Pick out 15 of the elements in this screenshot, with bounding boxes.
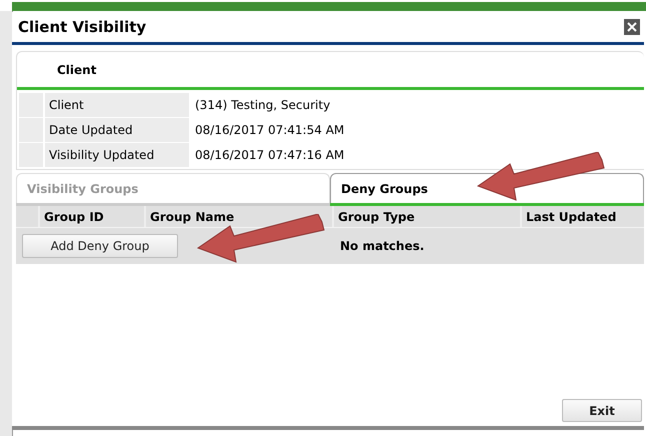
field-value: 08/16/2017 07:41:54 AM [194,122,344,139]
field-label: Date Updated [45,118,189,142]
window-title: Client Visibility [18,18,146,36]
field-label: Visibility Updated [45,143,189,167]
empty-message: No matches. [339,239,424,253]
add-deny-group-button[interactable]: Add Deny Group [22,234,178,258]
field-value: 08/16/2017 07:47:16 AM [194,147,344,164]
close-icon[interactable] [624,19,640,35]
field-value: (314) Testing, Security [194,97,330,114]
section-title: Client [57,62,96,76]
column-header: Group ID [43,208,105,226]
column-header: Last Updated [520,206,644,227]
column-header: Group Type [332,206,520,227]
exit-button[interactable]: Exit [562,399,642,422]
field-label: Client [45,93,189,117]
